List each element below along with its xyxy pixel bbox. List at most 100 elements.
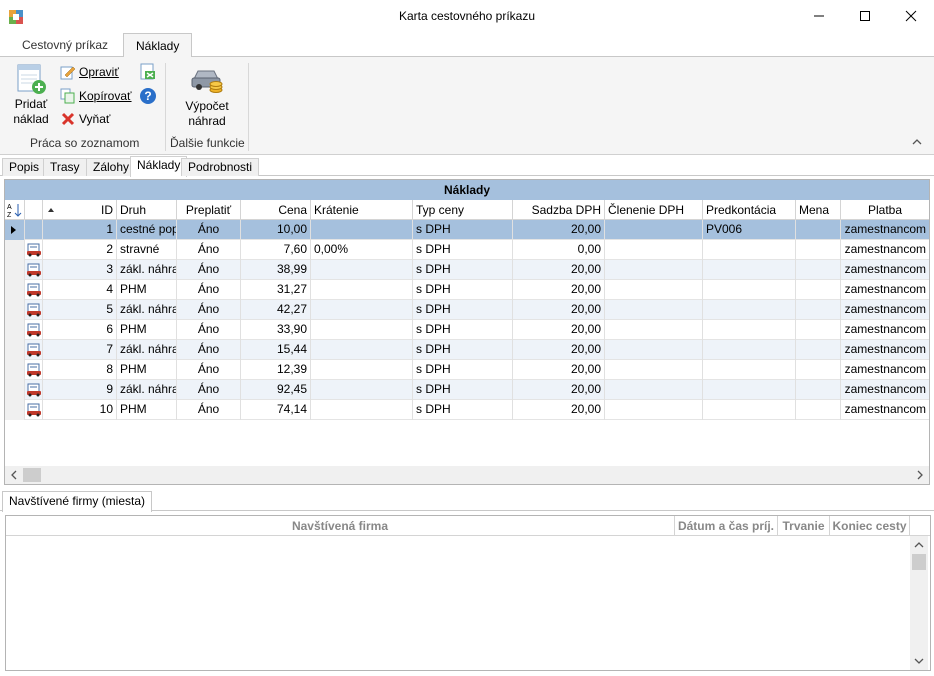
row-indicator[interactable] xyxy=(5,400,25,420)
cell-platba[interactable]: zamestnancom xyxy=(841,300,929,320)
header-clenenie-dph[interactable]: Členenie DPH xyxy=(605,200,703,220)
table-row[interactable]: 2 stravné Áno 7,60 0,00% s DPH 0,00 zamestnanco… xyxy=(5,240,929,260)
cell-preplatit[interactable]: Áno xyxy=(177,300,241,320)
row-indicator[interactable] xyxy=(5,280,25,300)
cell-clenenie-dph[interactable] xyxy=(605,300,703,320)
cell-preplatit[interactable]: Áno xyxy=(177,340,241,360)
header-platba[interactable]: Platba xyxy=(841,200,929,220)
cell-cena[interactable]: 31,27 xyxy=(241,280,311,300)
table-row[interactable]: 5zákl. náhradÁno42,27 s DPH20,00 zamestnan… xyxy=(5,300,929,320)
table-row[interactable]: 9zákl. náhradÁno92,45 s DPH20,00 zamestnan… xyxy=(5,380,929,400)
cell-druh[interactable]: PHM xyxy=(117,280,177,300)
tab-zalohy[interactable]: Zálohy xyxy=(86,158,137,176)
cell-platba[interactable]: zamestnancom xyxy=(841,360,929,380)
cell-predkontacia[interactable] xyxy=(703,240,796,260)
cell-preplatit[interactable]: Áno xyxy=(177,280,241,300)
cell-kratenie[interactable] xyxy=(311,380,413,400)
cell-typ-ceny[interactable]: s DPH xyxy=(413,380,513,400)
chevron-down-icon[interactable] xyxy=(910,653,928,669)
cell-preplatit[interactable]: Áno xyxy=(177,240,241,260)
cell-clenenie-dph[interactable] xyxy=(605,260,703,280)
cell-cena[interactable]: 12,39 xyxy=(241,360,311,380)
header-preplatit[interactable]: Preplatiť xyxy=(177,200,241,220)
cell-sadzba-dph[interactable]: 0,00 xyxy=(513,240,605,260)
vertical-scrollbar[interactable] xyxy=(910,536,928,670)
header-mena[interactable]: Mena xyxy=(796,200,841,220)
cell-kratenie[interactable] xyxy=(311,260,413,280)
cell-cena[interactable]: 42,27 xyxy=(241,300,311,320)
sort-button[interactable]: AZ xyxy=(5,200,25,220)
row-indicator[interactable] xyxy=(5,380,25,400)
cell-kratenie[interactable] xyxy=(311,220,413,240)
cell-preplatit[interactable]: Áno xyxy=(177,260,241,280)
row-indicator[interactable] xyxy=(5,260,25,280)
cell-predkontacia[interactable] xyxy=(703,320,796,340)
table-row[interactable]: 4 PHM Áno 31,27 s DPH 20,00 zamestnancom xyxy=(5,280,929,300)
cell-typ-ceny[interactable]: s DPH xyxy=(413,300,513,320)
header-predkontacia[interactable]: Predkontácia xyxy=(703,200,796,220)
header-trvanie[interactable]: Trvanie xyxy=(778,516,830,536)
cell-platba[interactable]: zamestnancom xyxy=(841,260,929,280)
cell-platba[interactable]: zamestnancom xyxy=(841,380,929,400)
cell-predkontacia[interactable] xyxy=(703,340,796,360)
cell-sadzba-dph[interactable]: 20,00 xyxy=(513,280,605,300)
cell-predkontacia[interactable] xyxy=(703,280,796,300)
cell-druh[interactable]: zákl. náhrad xyxy=(117,380,177,400)
cell-id[interactable]: 2 xyxy=(43,240,117,260)
minimize-button[interactable] xyxy=(796,0,842,32)
scroll-thumb[interactable] xyxy=(912,554,926,570)
header-datum-cas[interactable]: Dátum a čas príj. xyxy=(675,516,778,536)
cell-cena[interactable]: 74,14 xyxy=(241,400,311,420)
cell-druh[interactable]: zákl. náhrad xyxy=(117,260,177,280)
cell-clenenie-dph[interactable] xyxy=(605,360,703,380)
cell-mena[interactable] xyxy=(796,360,841,380)
cell-mena[interactable] xyxy=(796,340,841,360)
cell-mena[interactable] xyxy=(796,260,841,280)
cell-mena[interactable] xyxy=(796,380,841,400)
cell-druh[interactable]: PHM xyxy=(117,400,177,420)
cell-id[interactable]: 9 xyxy=(43,380,117,400)
cell-kratenie[interactable] xyxy=(311,300,413,320)
chevron-left-icon[interactable] xyxy=(6,466,22,484)
cell-typ-ceny[interactable]: s DPH xyxy=(413,400,513,420)
cell-druh[interactable]: zákl. náhrad xyxy=(117,300,177,320)
cell-cena[interactable]: 7,60 xyxy=(241,240,311,260)
cell-mena[interactable] xyxy=(796,320,841,340)
row-indicator[interactable] xyxy=(5,300,25,320)
maximize-button[interactable] xyxy=(842,0,888,32)
cell-sadzba-dph[interactable]: 20,00 xyxy=(513,220,605,240)
remove-button[interactable]: Vyňať xyxy=(60,109,110,129)
chevron-right-icon[interactable] xyxy=(912,466,928,484)
tab-cestovny-prikaz[interactable]: Cestovný príkaz xyxy=(10,33,120,57)
cell-platba[interactable]: zamestnancom xyxy=(841,220,929,240)
close-button[interactable] xyxy=(888,0,934,32)
header-druh[interactable]: Druh xyxy=(117,200,177,220)
cell-predkontacia[interactable] xyxy=(703,380,796,400)
scroll-thumb[interactable] xyxy=(23,468,41,482)
cell-kratenie[interactable] xyxy=(311,360,413,380)
header-kratenie[interactable]: Krátenie xyxy=(311,200,413,220)
cell-cena[interactable]: 33,90 xyxy=(241,320,311,340)
tab-navstivene-firmy[interactable]: Navštívené firmy (miesta) xyxy=(2,491,153,512)
table-row[interactable]: 3zákl. náhradÁno38,99 s DPH20,00 zamestnan… xyxy=(5,260,929,280)
cell-clenenie-dph[interactable] xyxy=(605,340,703,360)
cell-clenenie-dph[interactable] xyxy=(605,400,703,420)
cell-druh[interactable]: PHM xyxy=(117,320,177,340)
cell-id[interactable]: 8 xyxy=(43,360,117,380)
help-button[interactable]: ? xyxy=(139,86,157,106)
cell-preplatit[interactable]: Áno xyxy=(177,400,241,420)
header-cena[interactable]: Cena xyxy=(241,200,311,220)
cell-mena[interactable] xyxy=(796,280,841,300)
cell-id[interactable]: 7 xyxy=(43,340,117,360)
cell-id[interactable]: 10 xyxy=(43,400,117,420)
cell-predkontacia[interactable] xyxy=(703,360,796,380)
cell-druh[interactable]: stravné xyxy=(117,240,177,260)
cell-mena[interactable] xyxy=(796,300,841,320)
cell-clenenie-dph[interactable] xyxy=(605,240,703,260)
table-row[interactable]: 1cestné poplaÁno10,00 s DPH20,00 PV006 zame… xyxy=(5,220,929,240)
tab-popis[interactable]: Popis xyxy=(2,158,47,176)
cell-typ-ceny[interactable]: s DPH xyxy=(413,260,513,280)
header-typ-ceny[interactable]: Typ ceny xyxy=(413,200,513,220)
cell-typ-ceny[interactable]: s DPH xyxy=(413,320,513,340)
cell-cena[interactable]: 92,45 xyxy=(241,380,311,400)
